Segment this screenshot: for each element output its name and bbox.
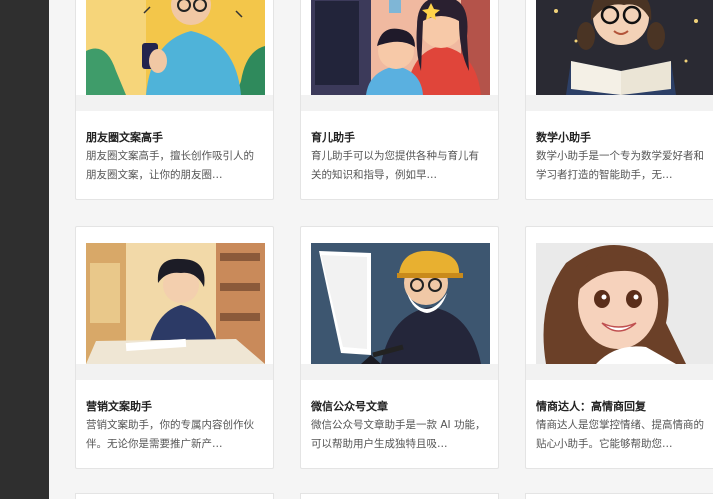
card-title: 数学小助手 [536, 131, 591, 144]
card-divider [301, 95, 498, 111]
card-title: 营销文案助手 [86, 400, 152, 413]
card-title: 微信公众号文章 [311, 400, 388, 413]
card-divider [526, 95, 713, 111]
card-description: 微信公众号文章助手是一款 AI 功能，可以帮助用户生成独特且吸… [311, 419, 486, 450]
assistant-card-qingshang[interactable]: 情商达人：高情商回复 情商达人是您掌控情绪、提高情商的贴心小助手。它能够帮助您… [525, 226, 713, 469]
card-title: 育儿助手 [311, 131, 355, 144]
card-title: 情商达人：高情商回复 [536, 400, 646, 413]
boy-with-phone-illustration [86, 0, 265, 95]
assistant-card-yuer[interactable]: 育儿助手 育儿助手可以为您提供各种与育儿有关的知识和指导，例如早… [300, 0, 499, 200]
mother-child-computer-illustration [311, 0, 490, 95]
assistant-card-partial[interactable] [525, 493, 713, 499]
card-description: 营销文案助手，你的专属内容创作伙伴。无论你是需要推广新产… [86, 419, 254, 450]
card-description: 育儿助手可以为您提供各种与育儿有关的知识和指导，例如早… [311, 150, 479, 181]
assistant-card-partial[interactable] [75, 493, 274, 499]
sidebar [0, 0, 49, 499]
girl-reading-book-illustration [536, 0, 713, 95]
old-man-computer-illustration [311, 243, 490, 364]
assistant-card-grid: 朋友圈文案高手 朋友圈文案高手，擅长创作吸引人的朋友圈文案，让你的朋友圈… 育儿… [49, 0, 713, 499]
card-title: 朋友圈文案高手 [86, 131, 163, 144]
boy-writing-desk-illustration [86, 243, 265, 364]
assistant-card-yingxiao[interactable]: 营销文案助手 营销文案助手，你的专属内容创作伙伴。无论你是需要推广新产… [75, 226, 274, 469]
assistant-card-partial[interactable] [300, 493, 499, 499]
smiling-woman-illustration [536, 243, 713, 364]
card-description: 朋友圈文案高手，擅长创作吸引人的朋友圈文案，让你的朋友圈… [86, 150, 254, 181]
card-divider [76, 95, 273, 111]
card-description: 情商达人是您掌控情绪、提高情商的贴心小助手。它能够帮助您… [536, 419, 704, 450]
card-divider [301, 364, 498, 380]
card-divider [76, 364, 273, 380]
assistant-card-weixin[interactable]: 微信公众号文章 微信公众号文章助手是一款 AI 功能，可以帮助用户生成独特且吸… [300, 226, 499, 469]
assistant-card-pengyouquan[interactable]: 朋友圈文案高手 朋友圈文案高手，擅长创作吸引人的朋友圈文案，让你的朋友圈… [75, 0, 274, 200]
card-divider [526, 364, 713, 380]
assistant-card-shuxue[interactable]: 数学小助手 数学小助手是一个专为数学爱好者和学习者打造的智能助手，无… [525, 0, 713, 200]
card-description: 数学小助手是一个专为数学爱好者和学习者打造的智能助手，无… [536, 150, 704, 181]
